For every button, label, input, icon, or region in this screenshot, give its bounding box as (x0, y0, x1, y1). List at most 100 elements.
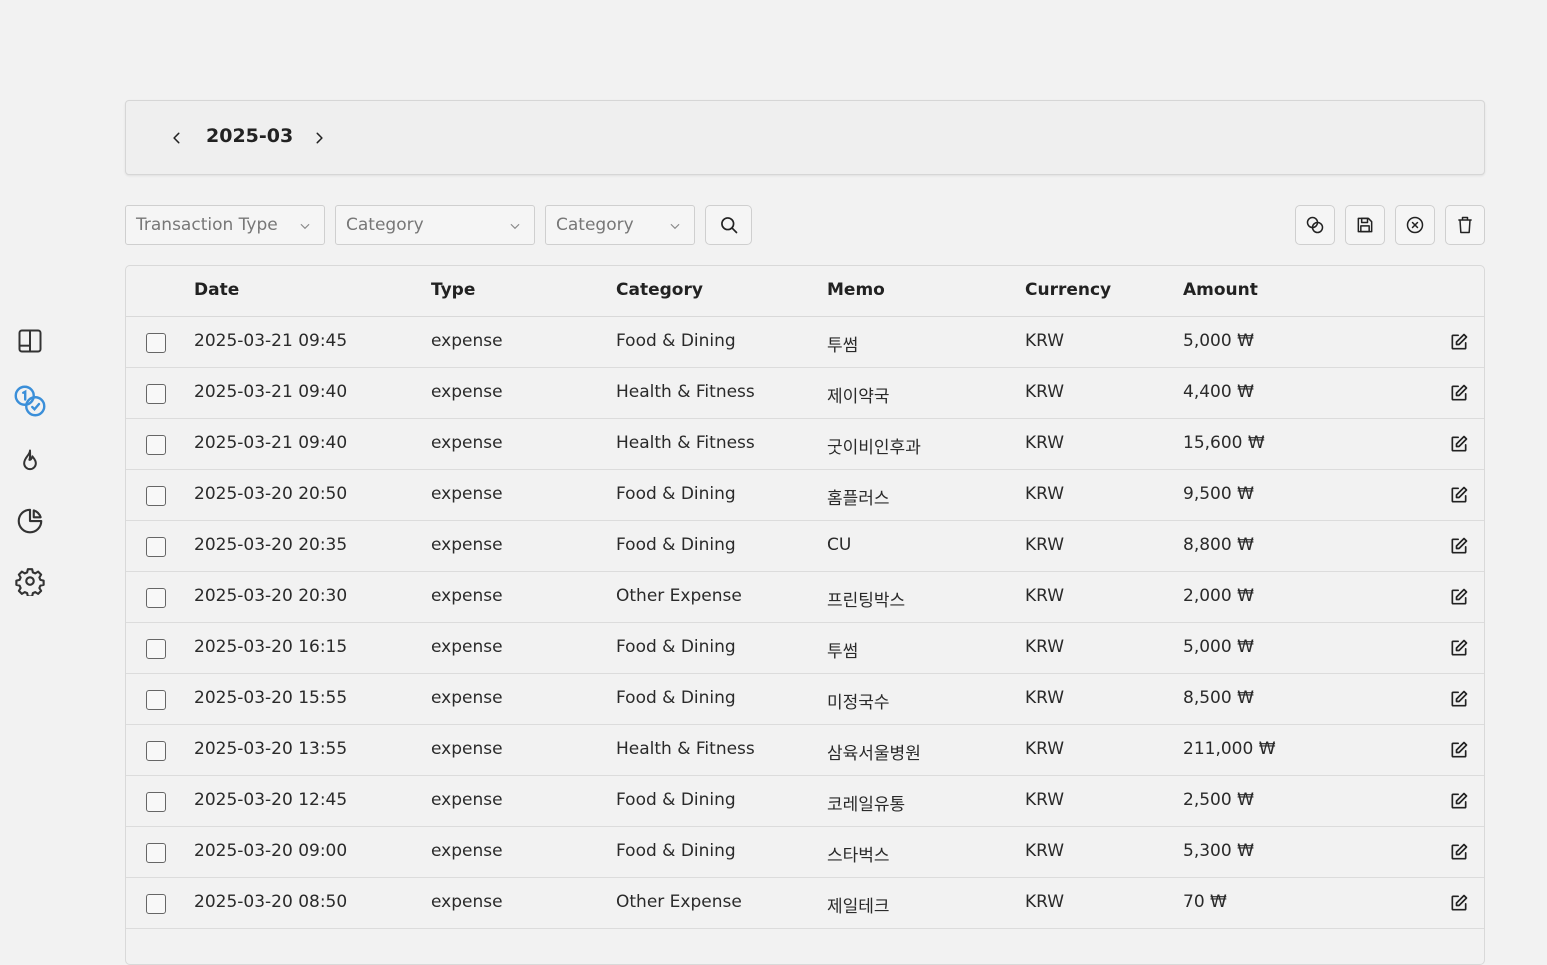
cell-date: 2025-03-20 12:45 (194, 790, 348, 810)
header-amount[interactable]: Amount (1183, 280, 1258, 300)
table-row[interactable]: 2025-03-21 09:40 expense Health & Fitness 제… (126, 368, 1484, 419)
nav-gear-icon[interactable] (12, 563, 48, 599)
table-row[interactable]: 2025-03-20 09:00 expense Food & Dining 스타벅스… (126, 827, 1484, 878)
cell-memo: 미정국수 (827, 693, 890, 713)
edit-icon[interactable] (1449, 434, 1471, 456)
table-row[interactable]: 2025-03-21 09:40 expense Health & Fitness 굿… (126, 419, 1484, 470)
cell-amount: 2,000 ₩ (1183, 586, 1254, 606)
cell-type: expense (431, 433, 503, 453)
row-checkbox[interactable] (146, 741, 166, 761)
cell-type: expense (431, 586, 503, 606)
cell-memo: 홈플러스 (827, 489, 890, 509)
chevron-down-icon (510, 223, 520, 230)
cell-memo: 코레일유통 (827, 795, 906, 815)
table-row[interactable]: 2025-03-20 20:35 expense Food & Dining CU KR… (126, 521, 1484, 572)
search-button[interactable] (705, 205, 752, 245)
cell-date: 2025-03-20 15:55 (194, 688, 348, 708)
coins-action-button[interactable] (1295, 205, 1335, 245)
header-memo[interactable]: Memo (827, 280, 885, 300)
category-select-1[interactable]: Category (335, 205, 535, 245)
category-2-value: Category (556, 215, 634, 235)
cell-category: Other Expense (616, 586, 742, 606)
delete-button[interactable] (1445, 205, 1485, 245)
table-row[interactable]: 2025-03-20 13:55 expense Health & Fitness 삼… (126, 725, 1484, 776)
row-checkbox[interactable] (146, 537, 166, 557)
edit-icon[interactable] (1449, 893, 1471, 915)
prev-month-button[interactable] (162, 123, 192, 153)
edit-icon[interactable] (1449, 332, 1471, 354)
cell-memo: 투썸 (827, 336, 859, 356)
cell-currency: KRW (1025, 841, 1065, 861)
header-currency[interactable]: Currency (1025, 280, 1111, 300)
nav-pie-chart-icon[interactable] (12, 503, 48, 539)
cell-type: expense (431, 331, 503, 351)
edit-icon[interactable] (1449, 791, 1471, 813)
cell-type: expense (431, 790, 503, 810)
table-row[interactable]: 2025-03-20 20:30 expense Other Expense 프린팅박… (126, 572, 1484, 623)
cell-category: Food & Dining (616, 331, 736, 351)
cell-date: 2025-03-21 09:40 (194, 382, 348, 402)
cancel-button[interactable] (1395, 205, 1435, 245)
nav-coins-icon[interactable] (12, 383, 48, 419)
row-checkbox[interactable] (146, 894, 166, 914)
row-checkbox[interactable] (146, 843, 166, 863)
cell-amount: 8,800 ₩ (1183, 535, 1254, 555)
cell-amount: 8,500 ₩ (1183, 688, 1254, 708)
cell-type: expense (431, 841, 503, 861)
edit-icon[interactable] (1449, 587, 1471, 609)
cell-currency: KRW (1025, 790, 1065, 810)
cell-date: 2025-03-20 09:00 (194, 841, 348, 861)
cell-amount: 4,400 ₩ (1183, 382, 1254, 402)
edit-icon[interactable] (1449, 740, 1471, 762)
cell-date: 2025-03-21 09:45 (194, 331, 348, 351)
save-button[interactable] (1345, 205, 1385, 245)
category-select-2[interactable]: Category (545, 205, 695, 245)
table-row[interactable]: 2025-03-20 08:50 expense Other Expense 제일테크… (126, 878, 1484, 929)
table-row[interactable]: 2025-03-20 20:50 expense Food & Dining 홈플러스… (126, 470, 1484, 521)
header-type[interactable]: Type (431, 280, 475, 300)
cell-category: Other Expense (616, 892, 742, 912)
edit-icon[interactable] (1449, 536, 1471, 558)
trash-icon (1458, 216, 1472, 234)
row-checkbox[interactable] (146, 486, 166, 506)
table-row[interactable]: 2025-03-20 12:45 expense Food & Dining 코레일유… (126, 776, 1484, 827)
table-row[interactable]: 2025-03-21 09:45 expense Food & Dining 투썸 KR… (126, 317, 1484, 368)
transaction-type-select[interactable]: Transaction Type (125, 205, 325, 245)
table-row[interactable]: 2025-03-20 15:55 expense Food & Dining 미정국수… (126, 674, 1484, 725)
cell-amount: 9,500 ₩ (1183, 484, 1254, 504)
cell-memo: 굿이비인후과 (827, 438, 921, 458)
cell-currency: KRW (1025, 739, 1065, 759)
header-date[interactable]: Date (194, 280, 239, 300)
edit-icon[interactable] (1449, 638, 1471, 660)
row-checkbox[interactable] (146, 435, 166, 455)
save-icon (1357, 217, 1373, 233)
chevron-left-icon (173, 132, 180, 144)
row-checkbox[interactable] (146, 792, 166, 812)
table-row[interactable]: 2025-03-20 16:15 expense Food & Dining 투썸 KR… (126, 623, 1484, 674)
next-month-button[interactable] (304, 123, 334, 153)
cell-date: 2025-03-20 16:15 (194, 637, 348, 657)
row-checkbox[interactable] (146, 588, 166, 608)
header-category[interactable]: Category (616, 280, 703, 300)
edit-icon[interactable] (1449, 842, 1471, 864)
cell-date: 2025-03-20 20:35 (194, 535, 348, 555)
row-checkbox[interactable] (146, 333, 166, 353)
edit-icon[interactable] (1449, 383, 1471, 405)
nav-book-icon[interactable] (12, 323, 48, 359)
month-navigator: 2025-03 (125, 100, 1485, 175)
cell-type: expense (431, 688, 503, 708)
cell-amount: 5,300 ₩ (1183, 841, 1254, 861)
cell-currency: KRW (1025, 637, 1065, 657)
nav-flame-icon[interactable] (12, 443, 48, 479)
row-checkbox[interactable] (146, 639, 166, 659)
row-checkbox[interactable] (146, 384, 166, 404)
sidebar (0, 0, 60, 917)
edit-icon[interactable] (1449, 689, 1471, 711)
cell-amount: 5,000 ₩ (1183, 331, 1254, 351)
cell-category: Food & Dining (616, 688, 736, 708)
row-checkbox[interactable] (146, 690, 166, 710)
cell-memo: 프린팅박스 (827, 591, 906, 611)
edit-icon[interactable] (1449, 485, 1471, 507)
cell-category: Food & Dining (616, 841, 736, 861)
cell-memo: CU (827, 535, 852, 555)
